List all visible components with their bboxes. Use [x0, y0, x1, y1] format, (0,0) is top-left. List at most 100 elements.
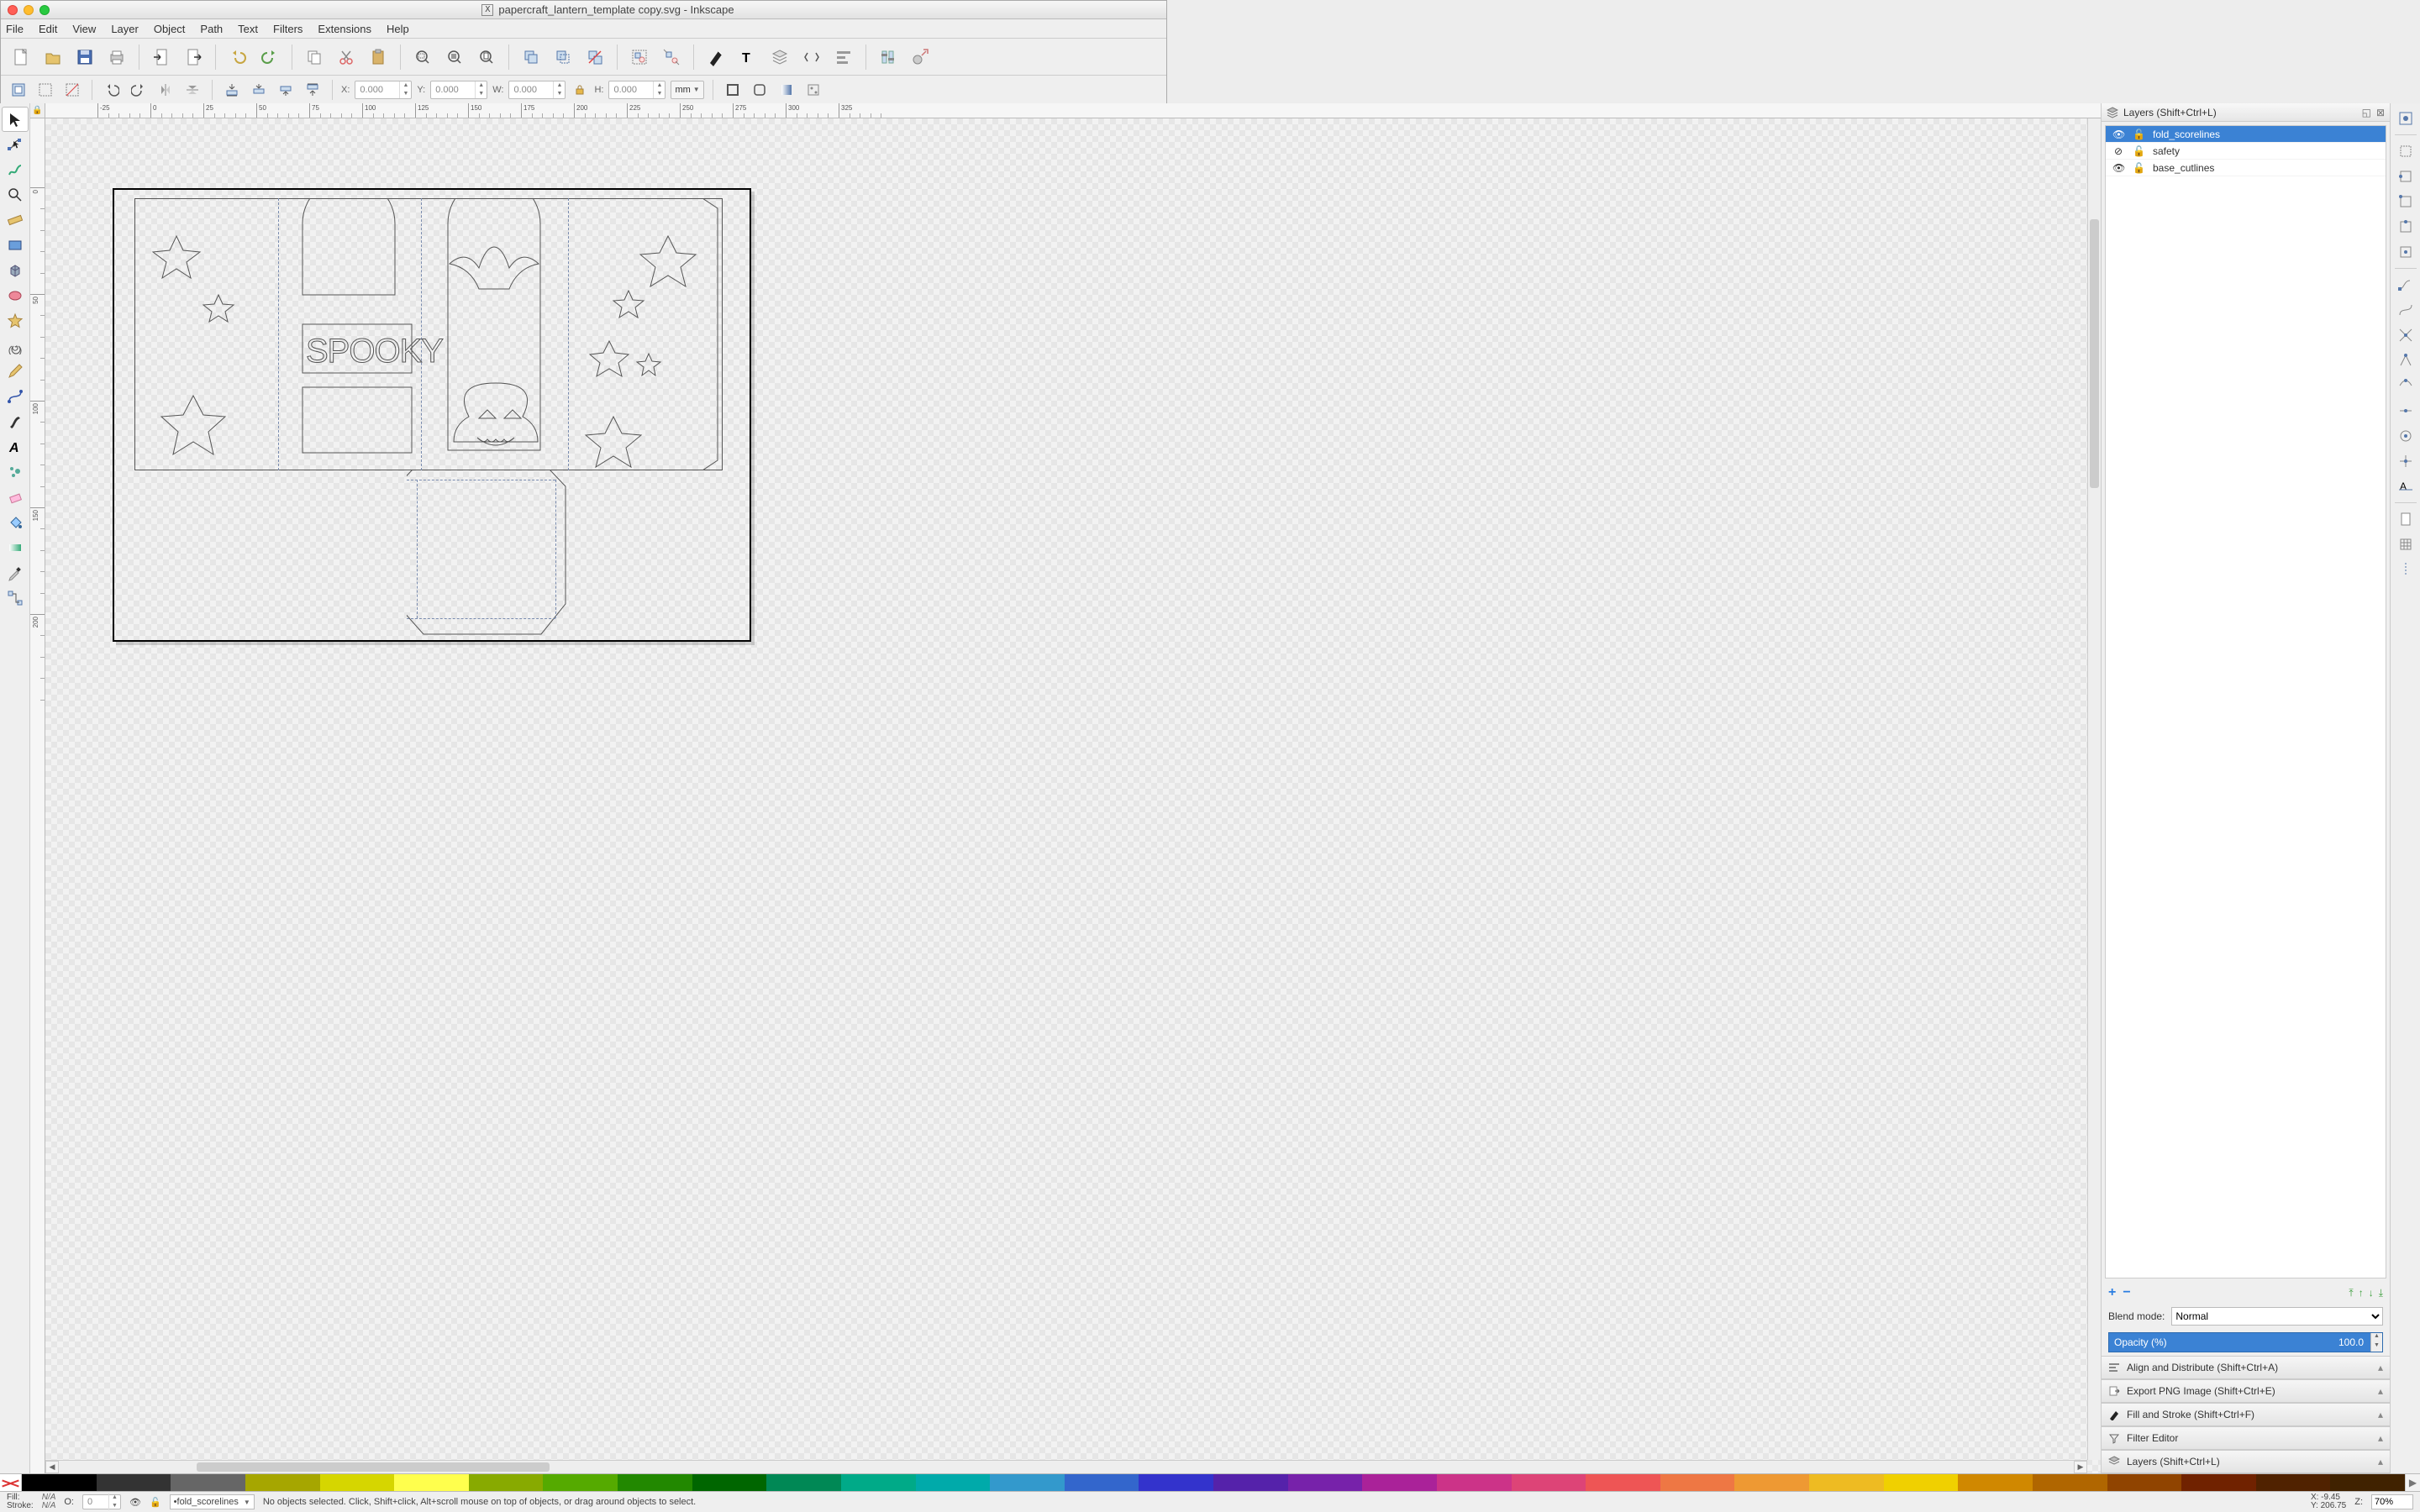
layer-lock-icon[interactable]: 🔓 [2133, 129, 2144, 140]
raise-to-top-button[interactable] [302, 79, 324, 101]
color-swatch[interactable] [1213, 1474, 1288, 1491]
color-swatch[interactable] [1809, 1474, 1884, 1491]
snap-page-border-button[interactable] [2393, 507, 2418, 531]
color-swatch[interactable] [990, 1474, 1065, 1491]
snap-bbox-edge-button[interactable] [2393, 165, 2418, 188]
snap-midpoint-button[interactable] [2393, 399, 2418, 423]
color-palette[interactable]: ▶ [0, 1473, 2420, 1492]
unit-select[interactable]: mm▼ [671, 81, 703, 99]
menu-edit[interactable]: Edit [39, 23, 57, 35]
layer-lock-icon[interactable]: 🔓 [150, 1497, 161, 1508]
spiral-tool[interactable] [2, 333, 29, 359]
color-swatch[interactable] [171, 1474, 245, 1491]
snap-cusp-button[interactable] [2393, 349, 2418, 372]
text-dialog-button[interactable]: T [734, 44, 761, 71]
zoom-page-button[interactable] [473, 44, 500, 71]
color-swatch[interactable] [1288, 1474, 1363, 1491]
rotate-ccw-button[interactable] [101, 79, 123, 101]
opacity-field[interactable]: Opacity (%) 100.0 ▲▼ [2108, 1332, 2383, 1352]
color-swatch[interactable] [1065, 1474, 1139, 1491]
zoom-field[interactable] [2371, 1494, 2413, 1509]
menu-text[interactable]: Text [238, 23, 258, 35]
color-swatch[interactable] [692, 1474, 767, 1491]
group-button[interactable] [626, 44, 653, 71]
layer-visibility-icon[interactable]: ⊘ [2112, 145, 2124, 157]
minimize-window-button[interactable] [24, 5, 34, 15]
dropper-tool[interactable] [2, 560, 29, 585]
rotate-cw-button[interactable] [128, 79, 150, 101]
remove-layer-button[interactable]: − [2123, 1285, 2130, 1300]
xml-editor-button[interactable] [798, 44, 825, 71]
pencil-tool[interactable] [2, 359, 29, 384]
color-swatch[interactable] [394, 1474, 469, 1491]
ruler-vertical[interactable]: 050100150200 [30, 118, 45, 1473]
master-opacity-field[interactable]: ▲▼ [82, 1494, 121, 1509]
canvas-scrollbar-vertical[interactable] [2087, 118, 2101, 1460]
color-swatch[interactable] [1660, 1474, 1735, 1491]
rectangle-tool[interactable] [2, 233, 29, 258]
snap-center-button[interactable] [2393, 424, 2418, 448]
unlink-clone-button[interactable] [581, 44, 608, 71]
blend-mode-select[interactable]: Normal [2171, 1307, 2383, 1326]
layer-lock-icon[interactable]: 🔓 [2133, 145, 2144, 157]
open-document-button[interactable] [39, 44, 66, 71]
new-document-button[interactable] [8, 44, 34, 71]
snap-bbox-corner-button[interactable] [2393, 190, 2418, 213]
lock-aspect-button[interactable] [571, 81, 589, 99]
h-field[interactable]: ▲▼ [608, 81, 666, 99]
snap-text-baseline-button[interactable]: A [2393, 475, 2418, 498]
copy-button[interactable] [301, 44, 328, 71]
panel-filter[interactable]: Filter Editor▴ [2102, 1426, 2390, 1450]
panel-detach-icon[interactable]: ◱ [2362, 107, 2371, 118]
calligraphy-tool[interactable] [2, 409, 29, 434]
palette-scroll-right[interactable]: ▶ [2405, 1474, 2420, 1491]
color-swatch[interactable] [22, 1474, 97, 1491]
snap-guide-button[interactable] [2393, 558, 2418, 581]
paste-button[interactable] [365, 44, 392, 71]
menu-help[interactable]: Help [387, 23, 409, 35]
ruler-corner[interactable]: 🔒 [30, 103, 45, 118]
redo-button[interactable] [256, 44, 283, 71]
color-swatch[interactable] [1958, 1474, 2033, 1491]
snap-bbox-center-button[interactable] [2393, 240, 2418, 264]
color-swatch[interactable] [1139, 1474, 1213, 1491]
flip-vertical-button[interactable] [182, 79, 203, 101]
snap-smooth-button[interactable] [2393, 374, 2418, 397]
color-swatch[interactable] [1586, 1474, 1660, 1491]
layers-panel-header[interactable]: Layers (Shift+Ctrl+L) ◱ ⊠ [2102, 103, 2390, 122]
snap-toggle-button[interactable] [2393, 107, 2418, 130]
menu-filters[interactable]: Filters [273, 23, 302, 35]
flip-horizontal-button[interactable] [155, 79, 176, 101]
zoom-selection-button[interactable] [409, 44, 436, 71]
color-swatch[interactable] [916, 1474, 991, 1491]
affect-pattern-button[interactable] [802, 79, 824, 101]
color-swatch[interactable] [2107, 1474, 2182, 1491]
layer-row[interactable]: 👁🔓base_cutlines [2106, 160, 2386, 176]
undo-button[interactable] [224, 44, 251, 71]
star-tool[interactable] [2, 308, 29, 333]
color-swatch[interactable] [766, 1474, 841, 1491]
layer-visible-icon[interactable]: 👁 [129, 1497, 141, 1508]
layer-row[interactable]: 👁🔓fold_scorelines [2106, 126, 2386, 143]
menu-object[interactable]: Object [154, 23, 186, 35]
align-dialog-button[interactable] [830, 44, 857, 71]
panel-align[interactable]: Align and Distribute (Shift+Ctrl+A)▴ [2102, 1356, 2390, 1379]
close-window-button[interactable] [8, 5, 18, 15]
layer-row[interactable]: ⊘🔓safety [2106, 143, 2386, 160]
affect-stroke-button[interactable] [722, 79, 744, 101]
layer-down-button[interactable]: ↓ [2369, 1287, 2374, 1299]
connector-tool[interactable] [2, 585, 29, 611]
layer-to-top-button[interactable]: ⤒ [2349, 1287, 2353, 1299]
color-swatch[interactable] [1734, 1474, 1809, 1491]
affect-gradient-button[interactable] [776, 79, 797, 101]
panel-fillstroke[interactable]: Fill and Stroke (Shift+Ctrl+F)▴ [2102, 1403, 2390, 1426]
canvas-scrollbar-horizontal[interactable]: ◀ ▶ [45, 1460, 2087, 1473]
add-layer-button[interactable]: + [2108, 1285, 2116, 1300]
color-swatch[interactable] [1512, 1474, 1586, 1491]
eraser-tool[interactable] [2, 485, 29, 510]
color-swatch[interactable] [2181, 1474, 2256, 1491]
w-field[interactable]: ▲▼ [508, 81, 566, 99]
preferences-button[interactable] [875, 44, 902, 71]
selector-tool[interactable] [2, 107, 29, 132]
ungroup-button[interactable] [658, 44, 685, 71]
